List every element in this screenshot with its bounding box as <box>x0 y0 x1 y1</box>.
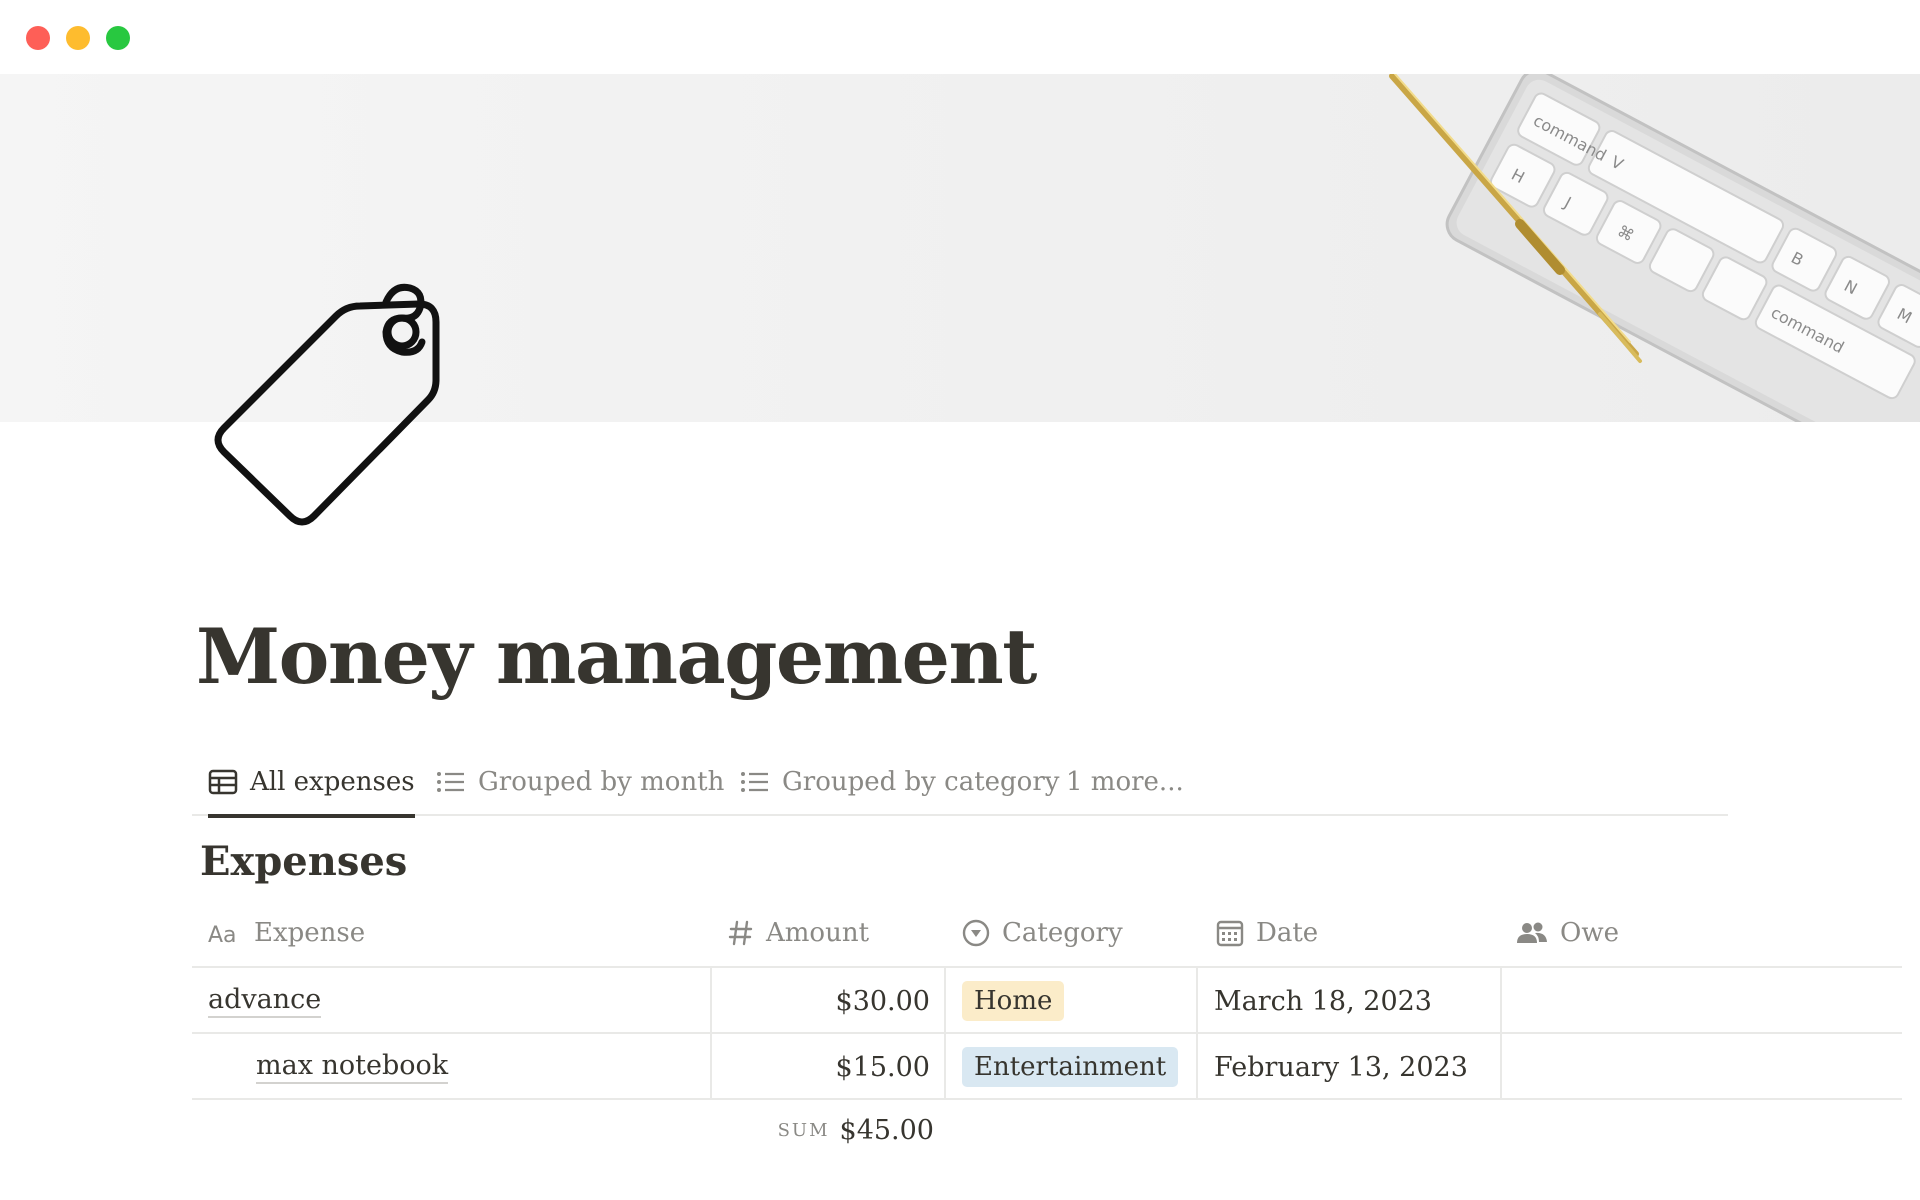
column-label: Owe <box>1560 918 1619 948</box>
tab-label: 1 more... <box>1066 767 1184 797</box>
more-views-button[interactable]: 1 more... <box>1066 748 1184 816</box>
calculation-row: SUM $45.00 <box>192 1100 1902 1160</box>
people-icon <box>1517 922 1547 943</box>
select-property-icon <box>962 919 990 947</box>
number-property-icon <box>728 920 753 946</box>
list-icon <box>741 772 768 792</box>
database-title[interactable]: Expenses <box>200 838 407 885</box>
column-header-date[interactable]: Date <box>1216 900 1318 966</box>
date-cell[interactable]: March 18, 2023 <box>1198 968 1502 1034</box>
expense-cell[interactable]: advance <box>192 968 712 1034</box>
expense-name[interactable]: advance <box>208 984 322 1018</box>
table-icon <box>208 769 238 795</box>
expense-cell[interactable]: max notebook <box>192 1034 712 1100</box>
owe-cell[interactable] <box>1502 1034 1902 1100</box>
window-titlebar <box>0 0 1920 74</box>
column-header-expense[interactable]: Aa Expense <box>208 900 365 966</box>
table-row[interactable]: max notebook $15.00 Entertainment Februa… <box>192 1034 1902 1100</box>
text-property-icon: Aa <box>208 923 237 945</box>
expense-name[interactable]: max notebook <box>256 1050 449 1084</box>
column-label: Expense <box>254 918 366 948</box>
column-header-owe[interactable]: Owe <box>1516 900 1619 966</box>
column-label: Date <box>1256 918 1319 948</box>
sum-label: SUM <box>777 1119 830 1141</box>
minimize-window-button[interactable] <box>66 26 90 50</box>
sum-value: $45.00 <box>839 1114 934 1146</box>
svg-text:Aa: Aa <box>208 923 237 945</box>
amount-sum[interactable]: SUM $45.00 <box>712 1100 946 1160</box>
price-tag-icon[interactable] <box>210 276 450 536</box>
close-window-button[interactable] <box>26 26 50 50</box>
amount-cell[interactable]: $15.00 <box>712 1034 946 1100</box>
column-header-category[interactable]: Category <box>962 900 1123 966</box>
amount-cell[interactable]: $30.00 <box>712 968 946 1034</box>
maximize-window-button[interactable] <box>106 26 130 50</box>
list-icon <box>437 772 464 792</box>
category-tag: Entertainment <box>962 1047 1179 1087</box>
tab-all-expenses[interactable]: All expenses <box>208 748 415 818</box>
view-tabs: All expenses Grouped by month Grouped by… <box>192 748 1728 818</box>
column-header-amount[interactable]: Amount <box>728 900 869 966</box>
column-label: Category <box>1002 918 1123 948</box>
tab-label: All expenses <box>250 767 415 797</box>
page-title[interactable]: Money management <box>196 612 1037 701</box>
date-cell[interactable]: February 13, 2023 <box>1198 1034 1502 1100</box>
owe-cell[interactable] <box>1502 968 1902 1034</box>
tab-label: Grouped by category <box>782 767 1060 797</box>
table-row[interactable]: advance $30.00 Home March 18, 2023 <box>192 968 1902 1034</box>
calendar-icon <box>1216 920 1244 947</box>
table-header: Aa Expense Amount Category Date Owe <box>192 900 1902 968</box>
tab-grouped-by-category[interactable]: Grouped by category <box>740 748 1059 816</box>
tab-grouped-by-month[interactable]: Grouped by month <box>436 748 724 816</box>
tab-label: Grouped by month <box>478 767 725 797</box>
category-cell[interactable]: Home <box>946 968 1198 1034</box>
category-cell[interactable]: Entertainment <box>946 1034 1198 1100</box>
column-label: Amount <box>766 918 870 948</box>
expenses-table: Aa Expense Amount Category Date Owe adva… <box>192 900 1902 1160</box>
category-tag: Home <box>962 981 1065 1021</box>
